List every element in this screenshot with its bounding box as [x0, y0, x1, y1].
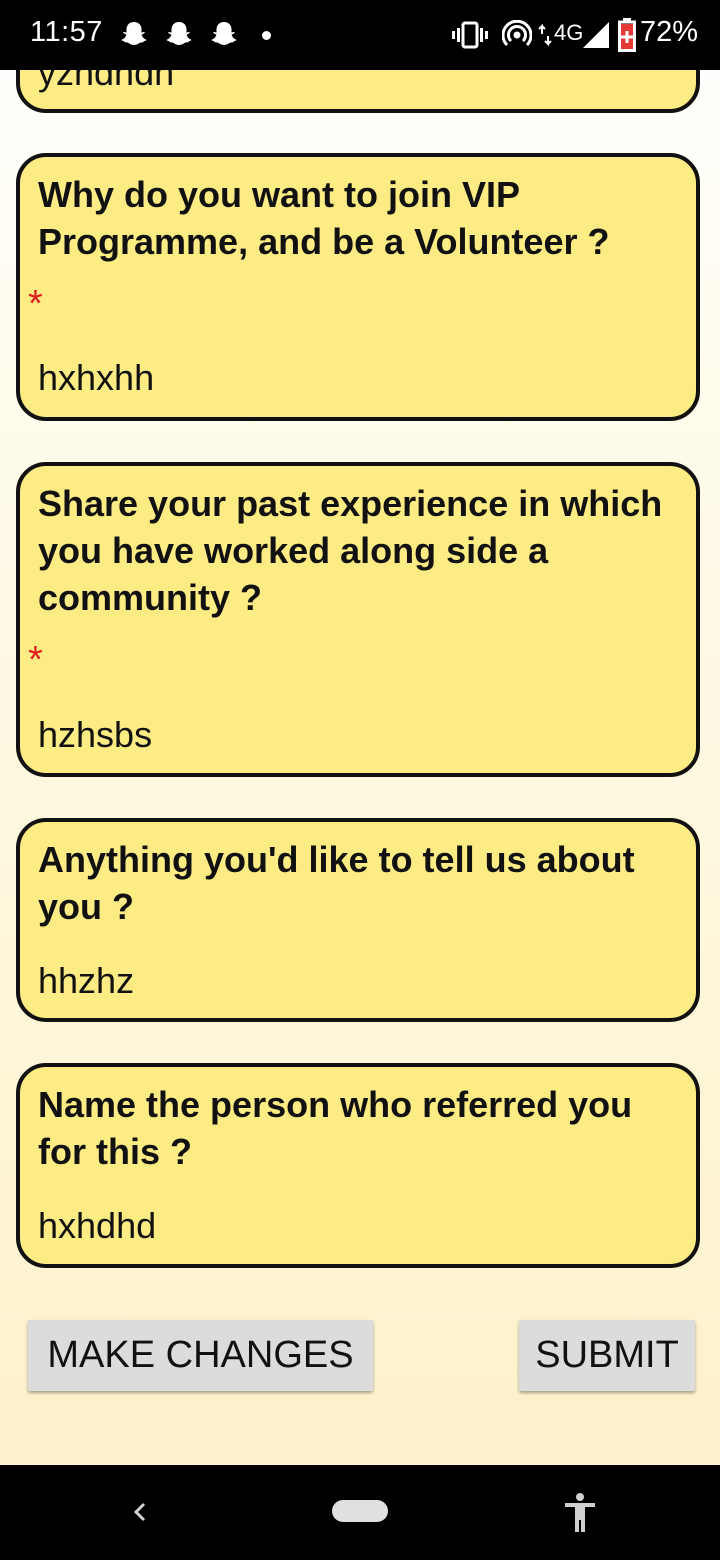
snapchat-ghost-icon: [121, 22, 147, 45]
question-label: Anything you'd like to tell us about you…: [38, 839, 635, 927]
question-label: Share your past experience in which you …: [38, 483, 663, 618]
snapchat-ghost-icon: [166, 22, 192, 45]
question-card: Anything you'd like to tell us about you…: [16, 818, 700, 1022]
back-icon[interactable]: [130, 1497, 150, 1527]
question-label: Why do you want to join VIP Programme, a…: [38, 174, 610, 262]
battery-percent: 72%: [640, 16, 699, 48]
notification-dot: [262, 31, 271, 40]
question-card: Share your past experience in which you …: [16, 462, 700, 777]
signal-icon: [583, 22, 609, 48]
status-bar: 11:57 4G 72%: [0, 0, 720, 70]
answer-text[interactable]: hhzhz: [38, 960, 134, 1002]
hotspot-icon: [502, 20, 532, 47]
battery-icon: [618, 18, 636, 52]
question-card: Why do you want to join VIP Programme, a…: [16, 153, 700, 421]
question-card: Name the person who referred you for thi…: [16, 1063, 700, 1268]
required-asterisk: *: [28, 283, 43, 325]
home-pill-icon[interactable]: [332, 1500, 388, 1522]
status-time: 11:57: [30, 16, 103, 48]
required-asterisk: *: [28, 639, 43, 681]
vibrate-icon: [452, 21, 488, 49]
answer-text[interactable]: hzhsbs: [38, 714, 152, 756]
question-label: Name the person who referred you for thi…: [38, 1084, 633, 1172]
data-arrows-icon: [538, 23, 552, 47]
answer-text[interactable]: hxhxhh: [38, 357, 154, 399]
answer-text[interactable]: hxhdhd: [38, 1205, 156, 1247]
network-type: 4G: [554, 20, 584, 45]
submit-button[interactable]: SUBMIT: [519, 1320, 695, 1391]
snapchat-ghost-icon: [211, 22, 237, 45]
make-changes-button[interactable]: MAKE CHANGES: [28, 1320, 373, 1391]
form-scroll-area[interactable]: yzhdhdh Why do you want to join VIP Prog…: [0, 0, 720, 1465]
accessibility-icon[interactable]: [562, 1492, 598, 1532]
